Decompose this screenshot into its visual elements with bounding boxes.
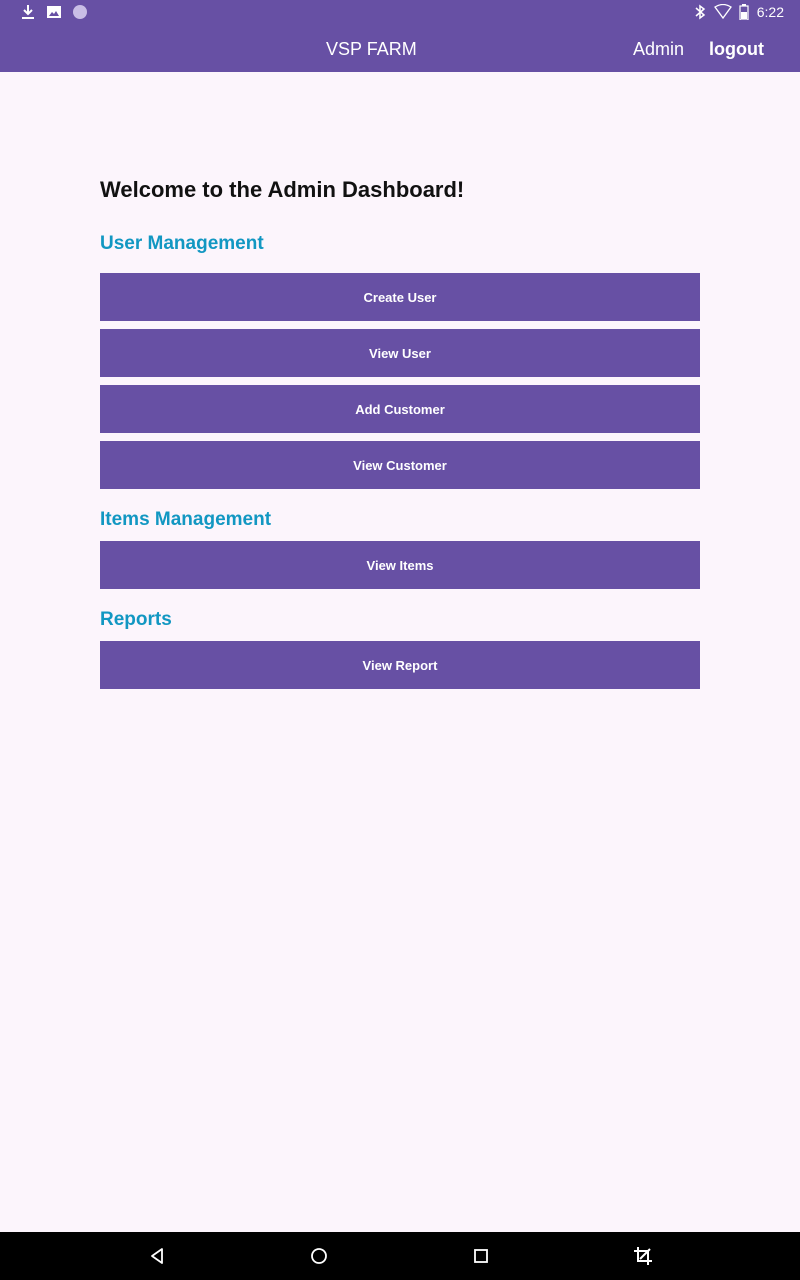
- battery-icon: [739, 4, 749, 25]
- view-report-button[interactable]: View Report: [100, 641, 700, 689]
- view-customer-button[interactable]: View Customer: [100, 441, 700, 489]
- page-title: Welcome to the Admin Dashboard!: [100, 177, 465, 202]
- wifi-icon: [714, 3, 732, 25]
- download-icon: [20, 4, 36, 25]
- circle-notification-icon: [72, 4, 88, 25]
- status-bar: 6:22: [0, 0, 800, 24]
- section-heading-user-management: User Management: [100, 233, 264, 254]
- app-bar: VSP FARM Admin logout: [0, 24, 800, 72]
- screen: 6:22 VSP FARM Admin logout Welcome to th…: [0, 0, 800, 1280]
- logout-button[interactable]: logout: [709, 38, 764, 60]
- add-customer-button[interactable]: Add Customer: [100, 385, 700, 433]
- bluetooth-icon: [693, 4, 707, 25]
- screenshot-crop-icon[interactable]: [631, 1244, 655, 1268]
- view-items-button[interactable]: View Items: [100, 541, 700, 589]
- back-icon[interactable]: [145, 1244, 169, 1268]
- home-icon[interactable]: [307, 1244, 331, 1268]
- status-time: 6:22: [756, 4, 784, 20]
- user-role-label: Admin: [633, 39, 685, 59]
- app-title: VSP FARM: [326, 39, 417, 59]
- system-nav-bar: [0, 1232, 800, 1280]
- view-user-button[interactable]: View User: [100, 329, 700, 377]
- section-heading-reports: Reports: [100, 609, 172, 630]
- image-icon: [46, 4, 62, 25]
- recents-icon[interactable]: [469, 1244, 493, 1268]
- section-heading-items-management: Items Management: [100, 509, 272, 530]
- create-user-button[interactable]: Create User: [100, 273, 700, 321]
